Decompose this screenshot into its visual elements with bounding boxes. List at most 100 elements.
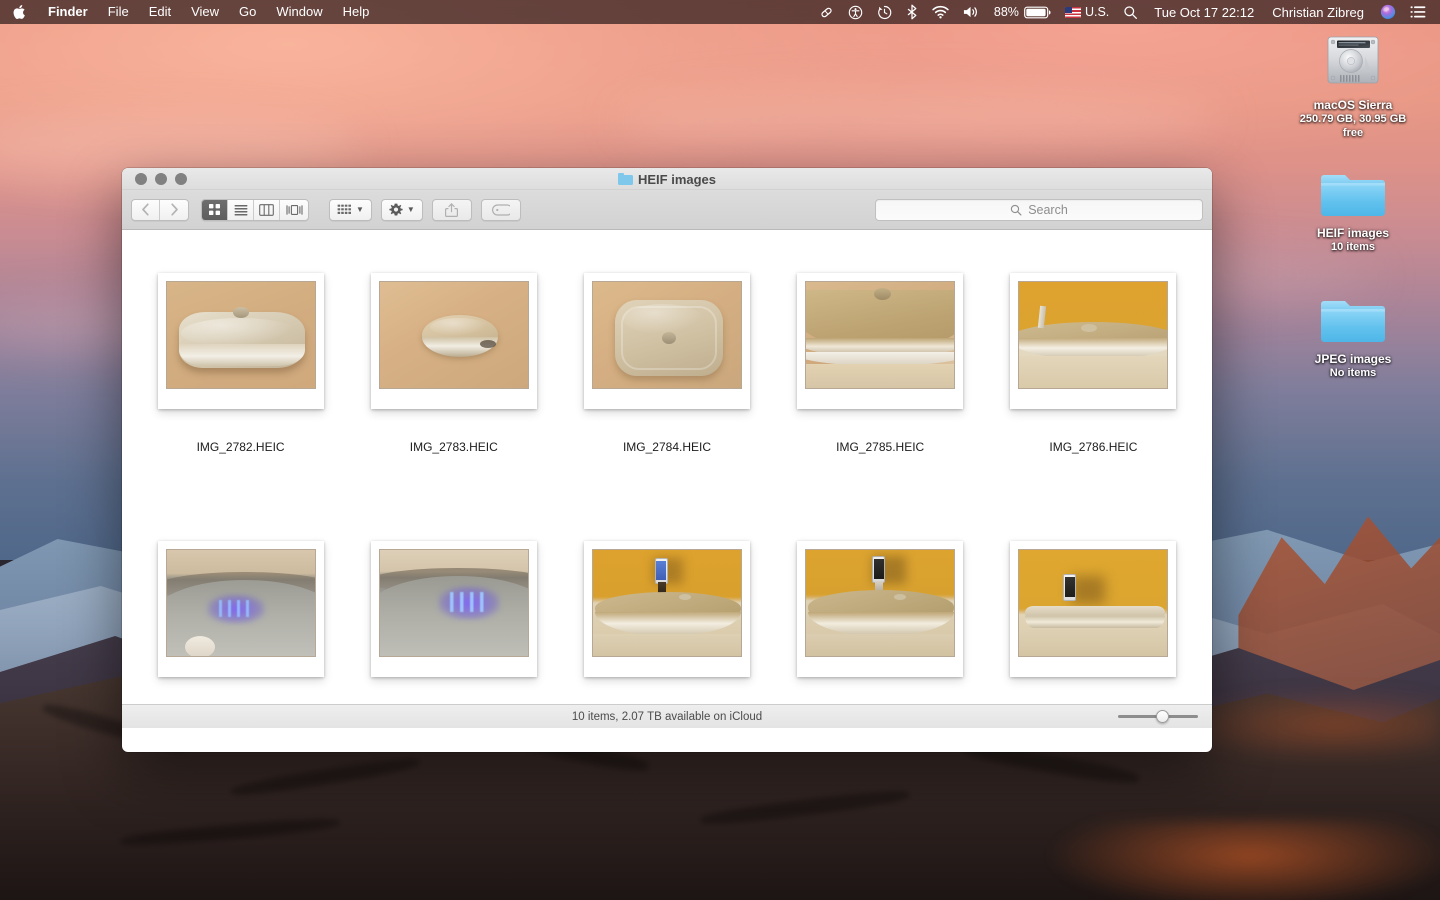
desktop-icon-label: macOS Sierra	[1314, 98, 1393, 112]
file-grid-area[interactable]: IMG_2782.HEIC IMG_2783.HEIC	[122, 230, 1212, 728]
menu-item-window[interactable]: Window	[266, 0, 332, 24]
finder-status-bar: 10 items, 2.07 TB available on iCloud	[122, 704, 1212, 728]
notification-center-icon[interactable]	[1403, 0, 1433, 24]
window-title-label: HEIF images	[638, 172, 716, 187]
time-machine-icon[interactable]	[870, 0, 899, 24]
menu-item-finder[interactable]: Finder	[38, 0, 98, 24]
file-item[interactable]: IMG_2784.HEIC	[560, 246, 773, 514]
icon-view-button[interactable]	[202, 200, 228, 220]
bluetooth-icon[interactable]	[899, 0, 925, 24]
file-item[interactable]: IMG_2782.HEIC	[134, 246, 347, 514]
file-thumbnail[interactable]	[158, 273, 324, 409]
file-thumbnail[interactable]	[1010, 273, 1176, 409]
menu-bar-status-area[interactable]: 88% U.S. Tue Oct 17 22:	[812, 0, 1440, 24]
menu-item-edit[interactable]: Edit	[139, 0, 181, 24]
column-view-button[interactable]	[254, 200, 280, 220]
chevron-down-icon: ▼	[407, 206, 415, 214]
finder-window[interactable]: HEIF images	[122, 168, 1212, 752]
file-name: IMG_2785.HEIC	[836, 440, 924, 455]
file-thumbnail[interactable]	[797, 541, 963, 677]
apple-logo-icon[interactable]	[0, 0, 38, 24]
file-item[interactable]: IMG_2790.HEIC	[774, 514, 987, 728]
file-thumbnail[interactable]	[1010, 541, 1176, 677]
wallpaper-lit-rock-highlight	[1050, 820, 1440, 900]
menu-item-go[interactable]: Go	[229, 0, 266, 24]
menu-bar-left[interactable]: Finder File Edit View Go Window Help	[0, 0, 379, 24]
user-name-label[interactable]: Christian Zibreg	[1263, 0, 1373, 24]
file-item[interactable]: IMG_2783.HEIC	[347, 246, 560, 514]
tag-button[interactable]	[481, 199, 521, 221]
slider-knob[interactable]	[1156, 710, 1169, 723]
folder-icon	[618, 173, 633, 185]
gear-icon	[389, 203, 403, 217]
menu-item-view[interactable]: View	[181, 0, 229, 24]
file-item[interactable]: IMG_2789.HEIC	[560, 514, 773, 728]
link-capsule-icon[interactable]	[812, 0, 841, 24]
desktop-icon-jpeg-images[interactable]: JPEG images No items	[1293, 292, 1413, 380]
file-item[interactable]: IMG_2791.HEIC	[987, 514, 1200, 728]
volume-icon[interactable]	[956, 0, 987, 24]
share-button[interactable]	[432, 199, 472, 221]
desktop-icon-macos-sierra[interactable]: macOS Sierra 250.79 GB, 30.95 GB free	[1293, 28, 1413, 140]
search-placeholder: Search	[1028, 203, 1068, 217]
file-thumbnail[interactable]	[371, 541, 537, 677]
window-titlebar[interactable]: HEIF images	[122, 168, 1212, 190]
folder-icon	[1320, 292, 1386, 346]
menu-bar-clock[interactable]: Tue Oct 17 22:12	[1145, 0, 1263, 24]
view-mode-buttons[interactable]	[201, 199, 309, 221]
finder-toolbar[interactable]: ▼ ▼	[122, 190, 1212, 230]
hard-disk-icon	[1321, 28, 1385, 92]
wifi-icon[interactable]	[925, 0, 956, 24]
status-text: 10 items, 2.07 TB available on iCloud	[572, 711, 762, 723]
navigation-buttons[interactable]	[131, 199, 189, 221]
menu-bar[interactable]: Finder File Edit View Go Window Help	[0, 0, 1440, 24]
desktop-icon-sublabel: 10 items	[1331, 240, 1375, 254]
list-view-button[interactable]	[228, 200, 254, 220]
desktop-icon-label: HEIF images	[1317, 226, 1389, 240]
window-title: HEIF images	[122, 168, 1212, 190]
desktop-icon-sublabel: No items	[1330, 366, 1376, 380]
desktop-icon-label: JPEG images	[1315, 352, 1392, 366]
accessibility-icon[interactable]	[841, 0, 870, 24]
file-name: IMG_2783.HEIC	[410, 440, 498, 455]
battery-percent-label[interactable]: 88%	[987, 0, 1022, 24]
wallpaper-lit-rock-highlight-2	[1180, 690, 1440, 760]
file-grid[interactable]: IMG_2782.HEIC IMG_2783.HEIC	[122, 230, 1212, 728]
battery-icon[interactable]	[1022, 0, 1058, 24]
file-thumbnail[interactable]	[797, 273, 963, 409]
back-button[interactable]	[132, 200, 160, 220]
menu-item-file[interactable]: File	[98, 0, 139, 24]
search-input[interactable]: Search	[875, 199, 1203, 221]
file-item[interactable]: IMG_2788.HEIC	[347, 514, 560, 728]
input-source-label: U.S.	[1085, 5, 1109, 19]
search-icon[interactable]	[1116, 0, 1145, 24]
forward-button[interactable]	[160, 200, 188, 220]
icon-size-slider[interactable]	[1118, 710, 1198, 724]
desktop-icon-heif-images[interactable]: HEIF images 10 items	[1293, 166, 1413, 254]
file-name: IMG_2784.HEIC	[623, 440, 711, 455]
siri-icon[interactable]	[1373, 0, 1403, 24]
search-icon	[1010, 204, 1022, 216]
desktop-icon-sublabel: 250.79 GB, 30.95 GB free	[1293, 112, 1413, 140]
menu-item-help[interactable]: Help	[333, 0, 380, 24]
file-thumbnail[interactable]	[371, 273, 537, 409]
arrange-grid-icon	[337, 204, 352, 216]
coverflow-view-button[interactable]	[280, 200, 308, 220]
folder-icon	[1320, 166, 1386, 220]
desktop[interactable]: Finder File Edit View Go Window Help	[0, 0, 1440, 900]
file-name: IMG_2786.HEIC	[1049, 440, 1137, 455]
arrange-button[interactable]: ▼	[329, 199, 372, 221]
file-item[interactable]: IMG_2785.HEIC	[774, 246, 987, 514]
input-source-indicator[interactable]: U.S.	[1058, 0, 1116, 24]
us-flag-icon	[1065, 7, 1081, 18]
file-thumbnail[interactable]	[584, 541, 750, 677]
file-name: IMG_2782.HEIC	[197, 440, 285, 455]
file-item[interactable]: IMG_2787.HEIC	[134, 514, 347, 728]
chevron-down-icon: ▼	[356, 206, 364, 214]
tag-icon	[492, 204, 510, 216]
file-thumbnail[interactable]	[584, 273, 750, 409]
share-icon	[445, 203, 458, 217]
action-menu-button[interactable]: ▼	[381, 199, 423, 221]
file-item[interactable]: IMG_2786.HEIC	[987, 246, 1200, 514]
file-thumbnail[interactable]	[158, 541, 324, 677]
